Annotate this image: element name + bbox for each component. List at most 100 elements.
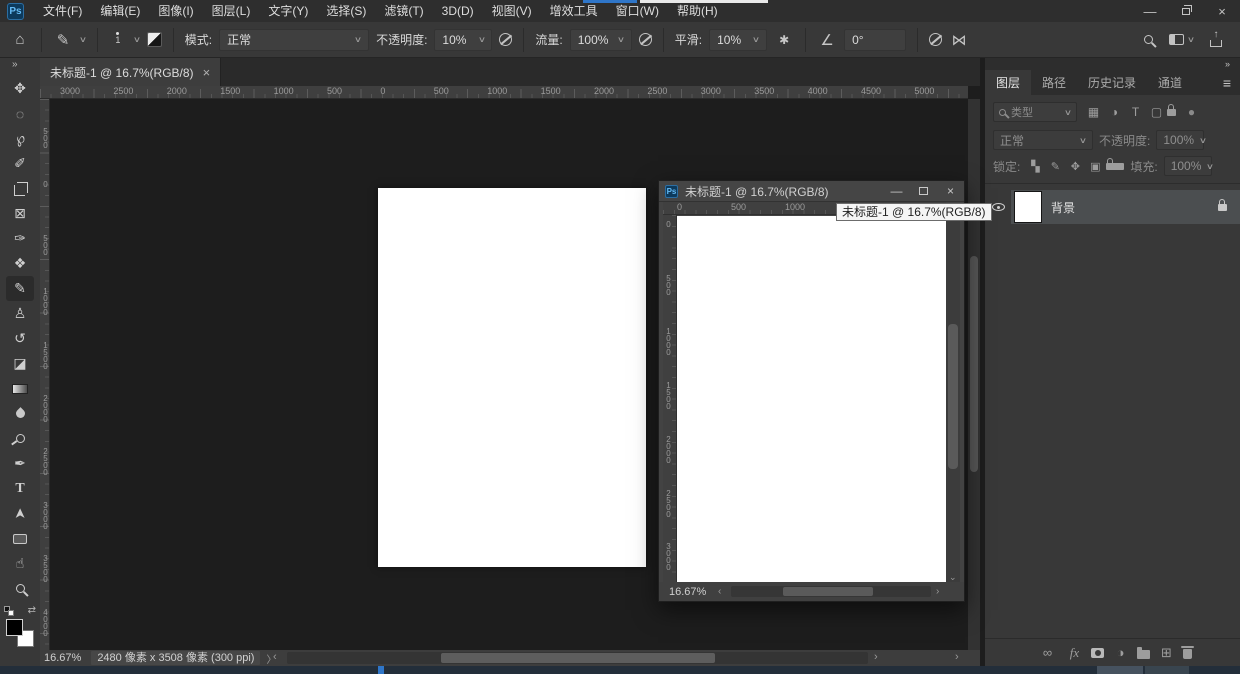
frame-tool[interactable]: ⊠ bbox=[6, 201, 34, 226]
type-layer-filter-icon[interactable]: T bbox=[1125, 104, 1146, 120]
shape-layer-filter-icon[interactable]: ▢ bbox=[1146, 104, 1167, 120]
vertical-scrollbar-thumb[interactable] bbox=[948, 324, 958, 469]
document-tab[interactable]: 未标题-1 @ 16.7%(RGB/8) × bbox=[40, 58, 221, 86]
link-layers-icon[interactable]: ∞ bbox=[1037, 645, 1058, 661]
menu-item[interactable]: 滤镜(T) bbox=[375, 0, 432, 22]
blur-tool[interactable] bbox=[6, 401, 34, 426]
menu-item[interactable]: 图层(L) bbox=[203, 0, 260, 22]
new-adjustment-layer-icon[interactable]: ◑ bbox=[1110, 645, 1131, 661]
scroll-right-icon[interactable]: › bbox=[955, 651, 959, 663]
lock-all-icon[interactable] bbox=[1106, 163, 1124, 170]
home-icon[interactable]: ⌂ bbox=[10, 31, 30, 48]
layer-filter-select[interactable]: 类型 ∨ bbox=[993, 102, 1077, 122]
menu-item[interactable]: 3D(D) bbox=[433, 0, 483, 22]
panel-collapse-icon[interactable]: » bbox=[985, 58, 1240, 70]
lock-image-pixels-icon[interactable]: ✎ bbox=[1046, 158, 1064, 174]
opacity-select[interactable]: 10% ∨ bbox=[434, 29, 492, 51]
default-colors-icon[interactable] bbox=[4, 606, 14, 616]
close-window-button[interactable]: × bbox=[1204, 0, 1240, 22]
brush-preset-icon[interactable]: ✎ bbox=[53, 31, 73, 49]
pixel-layer-filter-icon[interactable]: ▦ bbox=[1083, 104, 1104, 120]
menu-item[interactable]: 选择(S) bbox=[317, 0, 375, 22]
zoom-level[interactable]: 16.67% bbox=[669, 586, 706, 598]
panel-tab[interactable]: 通道 bbox=[1147, 70, 1193, 95]
horizontal-scrollbar[interactable] bbox=[731, 586, 931, 597]
airbrush-icon[interactable] bbox=[639, 33, 652, 46]
lock-transparent-pixels-icon[interactable]: ▚ bbox=[1026, 158, 1044, 174]
brush-settings-panel-toggle-icon[interactable] bbox=[147, 32, 162, 47]
dodge-tool[interactable] bbox=[6, 426, 34, 451]
selection-brush-tool[interactable]: ✐ bbox=[6, 151, 34, 176]
panel-tab[interactable]: 历史记录 bbox=[1077, 70, 1147, 95]
menu-item[interactable]: 文件(F) bbox=[34, 0, 91, 22]
layer-name[interactable]: 背景 bbox=[1051, 199, 1075, 216]
foreground-color-swatch[interactable] bbox=[6, 619, 23, 636]
vertical-scrollbar[interactable] bbox=[968, 99, 980, 650]
panel-tab[interactable]: 图层 bbox=[985, 70, 1031, 95]
menu-item[interactable]: 视图(V) bbox=[483, 0, 541, 22]
share-icon[interactable] bbox=[1210, 40, 1222, 47]
adjustment-layer-filter-icon[interactable]: ◑ bbox=[1104, 104, 1125, 120]
menu-item[interactable]: 增效工具 bbox=[541, 0, 607, 22]
layer-fill-select[interactable]: 100% ∨ bbox=[1164, 156, 1212, 176]
horizontal-scrollbar[interactable] bbox=[287, 652, 868, 664]
marquee-tool[interactable]: ◌ bbox=[6, 101, 34, 126]
filter-toggle-icon[interactable]: ● bbox=[1181, 104, 1202, 120]
menu-item[interactable]: 图像(I) bbox=[149, 0, 202, 22]
toolbar-collapse-icon[interactable]: » bbox=[0, 58, 19, 72]
scroll-left-icon[interactable]: ‹ bbox=[273, 651, 277, 663]
new-group-icon[interactable] bbox=[1137, 650, 1150, 659]
close-button[interactable]: × bbox=[937, 181, 964, 202]
rectangle-tool[interactable] bbox=[6, 526, 34, 551]
document-canvas[interactable] bbox=[677, 216, 948, 584]
horizontal-scrollbar-thumb[interactable] bbox=[783, 587, 873, 596]
hand-tool[interactable]: ☝ bbox=[6, 551, 34, 576]
brush-angle-field[interactable]: 0° bbox=[844, 29, 906, 51]
pen-tool[interactable]: ✒ bbox=[6, 451, 34, 476]
opacity-pressure-icon[interactable] bbox=[499, 33, 512, 46]
smoothing-select[interactable]: 10% ∨ bbox=[709, 29, 767, 51]
close-tab-icon[interactable]: × bbox=[203, 65, 211, 80]
menu-item[interactable]: 编辑(E) bbox=[91, 0, 149, 22]
scroll-right-icon[interactable]: › bbox=[874, 651, 878, 663]
brush-preset-picker[interactable]: 1 bbox=[109, 32, 127, 47]
floating-window-title-bar[interactable]: Ps 未标题-1 @ 16.7%(RGB/8) — × bbox=[659, 181, 964, 202]
scroll-right-icon[interactable]: › bbox=[936, 586, 939, 597]
blend-mode-select[interactable]: 正常 ∨ bbox=[219, 29, 369, 51]
chevron-down-icon[interactable]: ∨ bbox=[79, 35, 87, 44]
new-layer-icon[interactable]: ⊞ bbox=[1156, 645, 1177, 661]
menu-item[interactable]: 帮助(H) bbox=[668, 0, 727, 22]
smart-object-filter-icon[interactable] bbox=[1167, 109, 1176, 116]
minimize-window-button[interactable]: — bbox=[1132, 0, 1168, 22]
menu-item[interactable]: 窗口(W) bbox=[607, 0, 668, 22]
swap-colors-icon[interactable]: ⇄ bbox=[28, 605, 36, 616]
workspace-switcher[interactable]: ∨ bbox=[1169, 34, 1194, 45]
size-pressure-icon[interactable] bbox=[929, 33, 942, 46]
horizontal-scrollbar-thumb[interactable] bbox=[441, 653, 715, 663]
vertical-scrollbar-thumb[interactable] bbox=[970, 256, 978, 472]
scroll-left-icon[interactable]: ‹ bbox=[718, 586, 721, 597]
zoom-level[interactable]: 16.67% bbox=[44, 652, 81, 664]
clone-stamp-tool[interactable]: ♙ bbox=[6, 301, 34, 326]
delete-layer-icon[interactable] bbox=[1183, 649, 1192, 659]
panel-menu-icon[interactable]: ≡ bbox=[1214, 70, 1240, 95]
crop-tool[interactable] bbox=[6, 176, 34, 201]
flow-select[interactable]: 100% ∨ bbox=[570, 29, 632, 51]
menu-item[interactable]: 文字(Y) bbox=[259, 0, 317, 22]
背景[interactable]: 背景 bbox=[985, 190, 1240, 224]
layer-blend-mode-select[interactable]: 正常 ∨ bbox=[993, 130, 1093, 150]
history-brush-tool[interactable]: ↺ bbox=[6, 326, 34, 351]
minimize-button[interactable]: — bbox=[883, 181, 910, 202]
panel-tab[interactable]: 路径 bbox=[1031, 70, 1077, 95]
type-tool[interactable]: T bbox=[6, 476, 34, 501]
smoothing-gear-icon[interactable]: ✱ bbox=[774, 33, 794, 47]
restore-window-button[interactable] bbox=[1168, 0, 1204, 22]
search-icon[interactable] bbox=[1144, 35, 1153, 44]
eyedropper-tool[interactable]: ✑ bbox=[6, 226, 34, 251]
symmetry-butterfly-icon[interactable]: ⋈ bbox=[949, 31, 969, 49]
move-tool[interactable]: ✥ bbox=[6, 76, 34, 101]
vertical-scrollbar[interactable]: ⌄ bbox=[946, 216, 960, 584]
floating-document-window[interactable]: Ps 未标题-1 @ 16.7%(RGB/8) — × 05001000 050… bbox=[658, 180, 965, 602]
layer-thumbnail[interactable] bbox=[1015, 192, 1041, 222]
eraser-tool[interactable]: ◪ bbox=[6, 351, 34, 376]
